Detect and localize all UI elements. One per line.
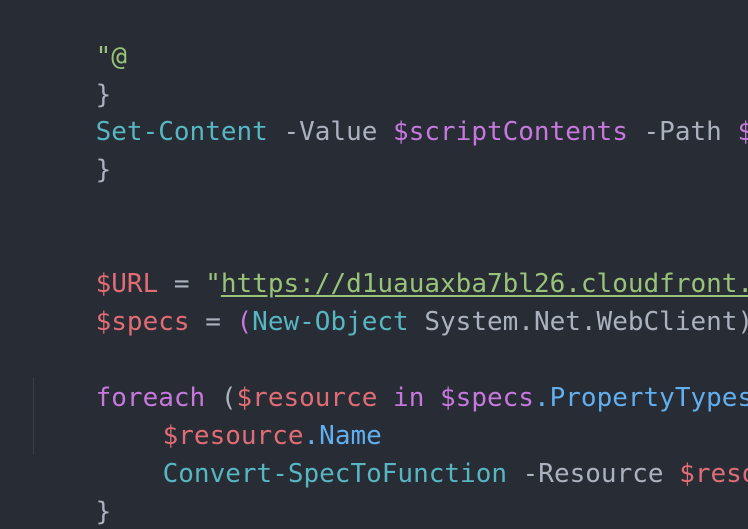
parameter-resource: -Resource bbox=[507, 459, 680, 489]
variable-resource-truncated: $resou bbox=[679, 459, 748, 489]
indent-guide bbox=[33, 378, 34, 454]
code-line-2: } bbox=[33, 38, 112, 110]
variable-path-truncated: $F bbox=[737, 117, 748, 147]
code-line-5: $URL = "https://d1uauaxba7bl26.cloudfron… bbox=[33, 227, 748, 299]
code-line-10: } bbox=[33, 455, 112, 527]
member-dot: . bbox=[533, 383, 550, 413]
code-line-6: $specs = (New-Object System.Net.WebClien… bbox=[33, 265, 748, 337]
type-name: System.Net.WebClient). bbox=[408, 307, 748, 337]
code-line-3: Set-Content -Value $scriptContents -Path… bbox=[33, 75, 748, 147]
open-paren: ( bbox=[236, 307, 253, 337]
code-line-9: Convert-SpecToFunction -Resource $resou bbox=[100, 417, 748, 489]
variable-specs: $specs bbox=[440, 383, 534, 413]
parameter-value: -Value bbox=[267, 117, 394, 147]
code-line-7: foreach ($resource in $specs.PropertyTyp… bbox=[33, 341, 748, 413]
closing-brace: } bbox=[95, 155, 112, 185]
cmdlet-new-object: New-Object bbox=[252, 307, 409, 337]
parameter-path: -Path bbox=[627, 117, 738, 147]
variable-specs: $specs bbox=[95, 307, 190, 337]
property-property-types: PropertyTypes bbox=[549, 383, 748, 413]
code-line-8: $resource.Name bbox=[100, 379, 382, 451]
assignment-operator: = bbox=[189, 307, 237, 337]
function-convert-spec-to-function: Convert-SpecToFunction bbox=[162, 459, 507, 489]
code-line-1: "@ bbox=[33, 0, 127, 72]
closing-brace: } bbox=[95, 497, 112, 527]
code-editor[interactable]: "@ } Set-Content -Value $scriptContents … bbox=[0, 0, 748, 529]
keyword-in: in bbox=[377, 383, 441, 413]
cmdlet-set-content: Set-Content bbox=[95, 117, 268, 147]
code-line-4: } bbox=[33, 113, 112, 185]
variable-script-contents: $scriptContents bbox=[393, 117, 628, 147]
